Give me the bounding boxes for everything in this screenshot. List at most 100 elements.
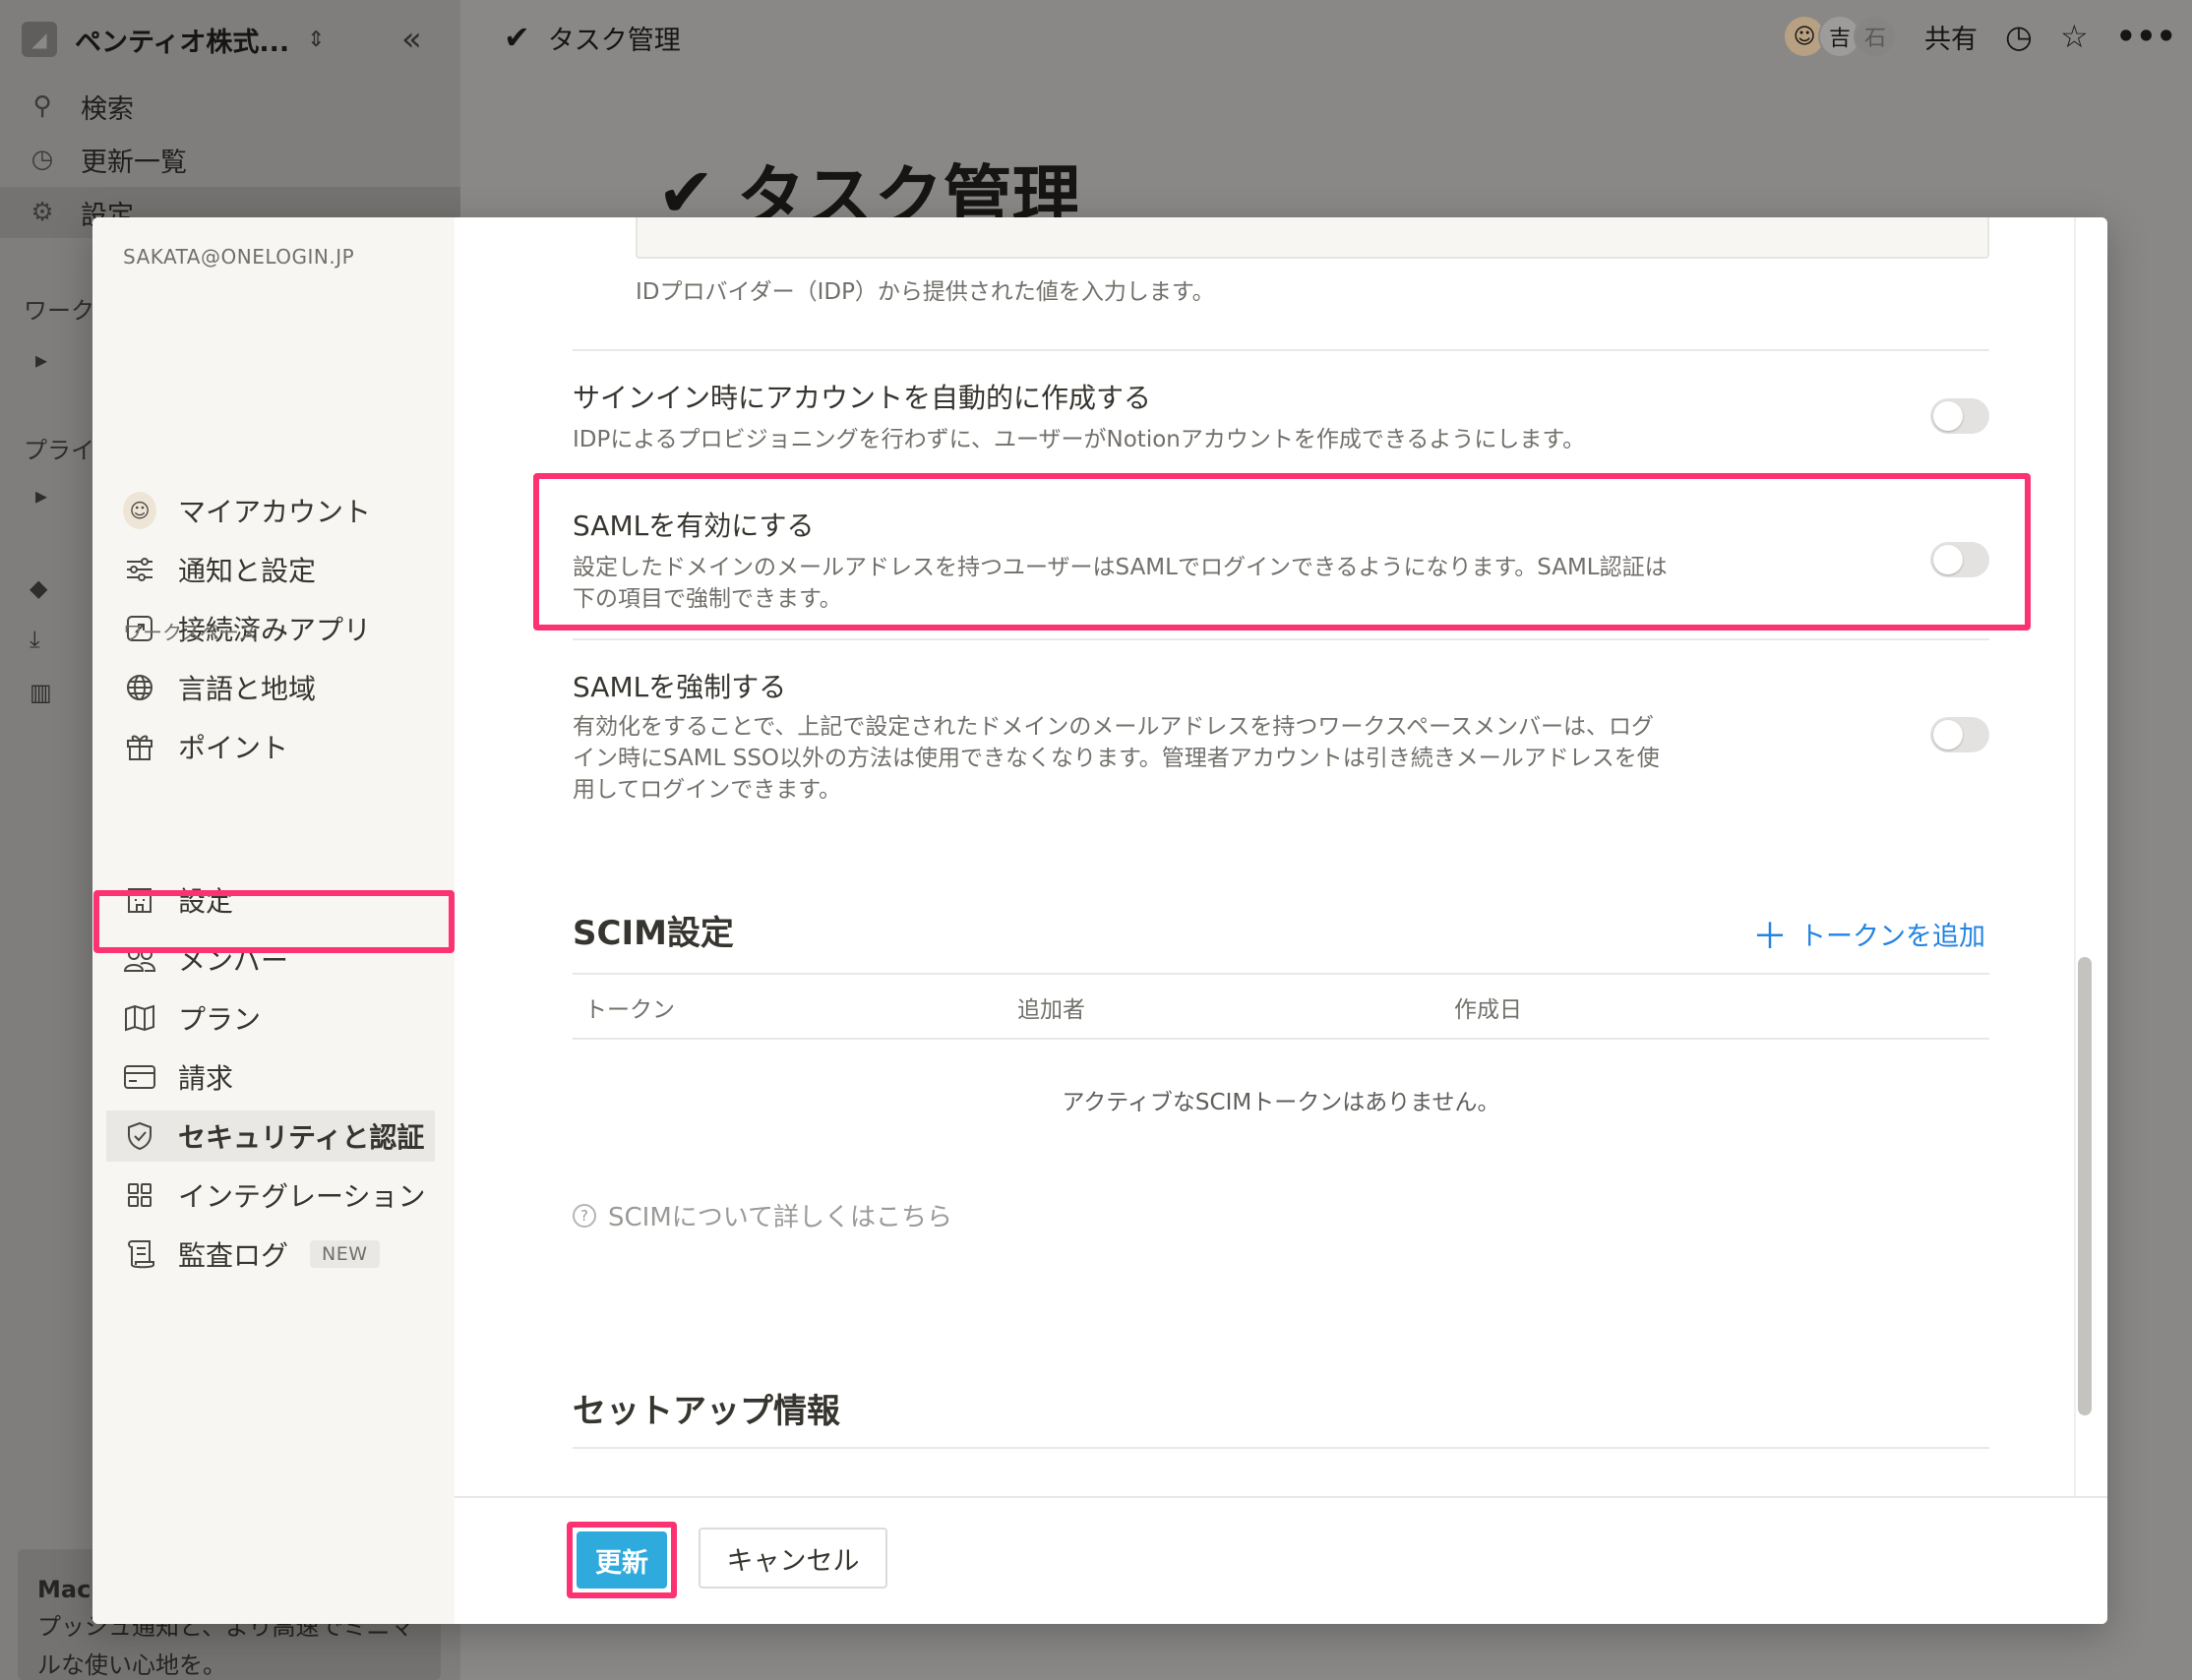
map-icon xyxy=(123,1001,156,1035)
account-email: SAKATA@ONELOGIN.JP xyxy=(123,245,355,269)
scroll-track xyxy=(2074,217,2076,1498)
idp-hint: IDプロバイダー（IDP）から提供された値を入力します。 xyxy=(636,279,1215,305)
caret-right-icon[interactable]: ▸ xyxy=(35,482,47,510)
settings-item-plans[interactable]: プラン xyxy=(123,992,261,1044)
settings-sidebar: SAKATA@ONELOGIN.JP ☺ マイアカウント 通知と設定 接続済みア… xyxy=(92,217,455,1624)
grid-icon xyxy=(123,1178,156,1212)
auto-create-title: サインイン時にアカウントを自動的に作成する xyxy=(573,382,1152,414)
settings-item-points[interactable]: ポイント xyxy=(123,721,288,772)
learn-more-label: SCIMについて詳しくはこちら xyxy=(608,1203,952,1232)
caret-right-icon[interactable]: ▸ xyxy=(35,346,47,374)
settings-item-label: インテグレーション xyxy=(178,1180,426,1213)
empty-tokens-message: アクティブなSCIMトークンはありません。 xyxy=(1062,1090,1500,1115)
breadcrumb-title: タスク管理 xyxy=(547,25,681,56)
divider xyxy=(573,1038,1989,1040)
checkmark-icon: ✔ xyxy=(504,19,530,56)
avatar: 石 xyxy=(1854,15,1898,58)
workspace-header[interactable]: ◢ ペンティオ株式... ⇕ xyxy=(22,18,326,61)
settings-item-label: セキュリティと認証 xyxy=(178,1121,425,1154)
security-highlight-box xyxy=(93,890,455,953)
star-icon[interactable]: ☆ xyxy=(2060,18,2089,55)
topbar-actions: ☺ 吉 石 共有 ◷ ☆ ••• xyxy=(1783,12,2176,61)
scim-heading: SCIM設定 xyxy=(573,914,734,953)
description-line: イン時にSAML SSO以外の方法は使用できなくなります。管理者アカウントは引き… xyxy=(573,746,1660,772)
scim-learn-more-link[interactable]: ? SCIMについて詳しくはこちら xyxy=(573,1197,952,1233)
workspace-name: ペンティオ株式... xyxy=(75,27,290,58)
settings-item-label: 言語と地域 xyxy=(178,673,317,705)
plus-icon: ＋ xyxy=(1751,917,1788,957)
description-line: 設定したドメインのメールアドレスを持つユーザーはSAMLでログインできるようにな… xyxy=(573,555,1668,580)
settings-item-my-account[interactable]: ☺ マイアカウント xyxy=(123,485,371,536)
trash-icon[interactable]: ▥ xyxy=(30,679,52,706)
divider xyxy=(573,638,1989,640)
workspace-logo-icon: ◢ xyxy=(22,22,57,57)
enable-saml-toggle[interactable] xyxy=(1930,542,1989,577)
sidebar-item-search[interactable]: ⚲ 検索 xyxy=(28,83,134,130)
enable-saml-description: 設定したドメインのメールアドレスを持つユーザーはSAMLでログインできるようにな… xyxy=(573,552,1714,615)
idp-input-field[interactable] xyxy=(636,217,1989,259)
scroll-icon xyxy=(123,1237,156,1271)
divider xyxy=(573,973,1989,975)
setup-info-heading: セットアップ情報 xyxy=(573,1392,840,1431)
enforce-saml-description: 有効化をすることで、上記で設定されたドメインのメールアドレスを持つワークスペース… xyxy=(573,711,1714,807)
templates-icon[interactable]: ◆ xyxy=(30,574,47,602)
more-icon[interactable]: ••• xyxy=(2116,18,2176,55)
settings-item-label: プラン xyxy=(178,1003,262,1036)
divider xyxy=(573,1447,1989,1449)
breadcrumb[interactable]: ✔ タスク管理 xyxy=(504,14,681,61)
auto-create-description: IDPによるプロビジョニングを行わずに、ユーザーがNotionアカウントを作成で… xyxy=(573,427,1586,452)
gear-icon: ⚙ xyxy=(30,198,54,227)
settings-item-notifications[interactable]: 通知と設定 xyxy=(123,544,316,595)
collapse-sidebar-icon[interactable]: « xyxy=(401,20,422,59)
settings-item-billing[interactable]: 請求 xyxy=(123,1051,233,1103)
update-button[interactable]: 更新 xyxy=(577,1531,667,1589)
modal-footer: 更新 キャンセル xyxy=(455,1496,2107,1624)
sidebar-item-label: 更新一覧 xyxy=(81,147,187,178)
description-line: 用してログインできます。 xyxy=(573,777,842,804)
add-token-label: トークンを追加 xyxy=(1799,921,1985,952)
sidebar-section-workspace: ワーク xyxy=(24,297,94,325)
settings-item-integrations[interactable]: インテグレーション xyxy=(123,1170,425,1221)
settings-item-security[interactable]: セキュリティと認証 xyxy=(106,1110,435,1162)
settings-item-label: ポイント xyxy=(178,732,289,764)
sidebar-section-private: プライ xyxy=(24,437,94,464)
column-header-created: 作成日 xyxy=(1454,997,1522,1023)
new-badge: NEW xyxy=(310,1240,380,1268)
enforce-saml-toggle[interactable] xyxy=(1930,717,1989,752)
add-token-button[interactable]: ＋ トークンを追加 xyxy=(1752,908,1985,959)
workspace-section-label: ワークスペース xyxy=(123,621,258,644)
enforce-saml-title: SAMLを強制する xyxy=(573,671,787,703)
search-icon: ⚲ xyxy=(32,91,52,121)
settings-item-language[interactable]: 言語と地域 xyxy=(123,662,316,713)
settings-item-label: 請求 xyxy=(178,1062,234,1095)
share-button[interactable]: 共有 xyxy=(1924,18,1978,56)
sliders-icon xyxy=(123,553,156,586)
settings-item-audit-log[interactable]: 監査ログ NEW xyxy=(123,1229,380,1280)
history-icon[interactable]: ◷ xyxy=(2005,18,2033,55)
sidebar-item-label: 検索 xyxy=(81,93,134,125)
clock-icon: ◷ xyxy=(30,145,54,174)
description-line: 下の項目で強制できます。 xyxy=(573,586,842,613)
shield-icon xyxy=(123,1119,156,1153)
description-line: 有効化をすることで、上記で設定されたドメインのメールアドレスを持つワークスペース… xyxy=(573,714,1654,740)
settings-modal: SAKATA@ONELOGIN.JP ☺ マイアカウント 通知と設定 接続済みア… xyxy=(92,217,2107,1624)
column-header-token: トークン xyxy=(584,997,675,1023)
settings-item-label: 通知と設定 xyxy=(178,555,317,587)
scrollbar[interactable] xyxy=(2078,957,2092,1415)
gift-icon xyxy=(123,730,156,763)
question-icon: ? xyxy=(573,1203,596,1228)
credit-card-icon xyxy=(123,1060,156,1094)
chevron-updown-icon: ⇕ xyxy=(307,27,326,52)
promo-text: ルな使い心地を。 xyxy=(37,1650,226,1679)
column-header-added-by: 追加者 xyxy=(1017,997,1085,1023)
enable-saml-title: SAMLを有効にする xyxy=(573,510,815,542)
settings-item-label: 監査ログ xyxy=(178,1239,289,1272)
import-icon[interactable]: ⤓ xyxy=(30,626,40,653)
auto-create-toggle[interactable] xyxy=(1930,398,1989,434)
collaborator-avatars[interactable]: ☺ 吉 石 xyxy=(1783,15,1898,58)
avatar-icon: ☺ xyxy=(123,492,156,529)
divider xyxy=(573,349,1989,351)
sidebar-item-updates[interactable]: ◷ 更新一覧 xyxy=(28,136,187,183)
globe-icon xyxy=(123,671,156,704)
cancel-button[interactable]: キャンセル xyxy=(699,1528,887,1589)
